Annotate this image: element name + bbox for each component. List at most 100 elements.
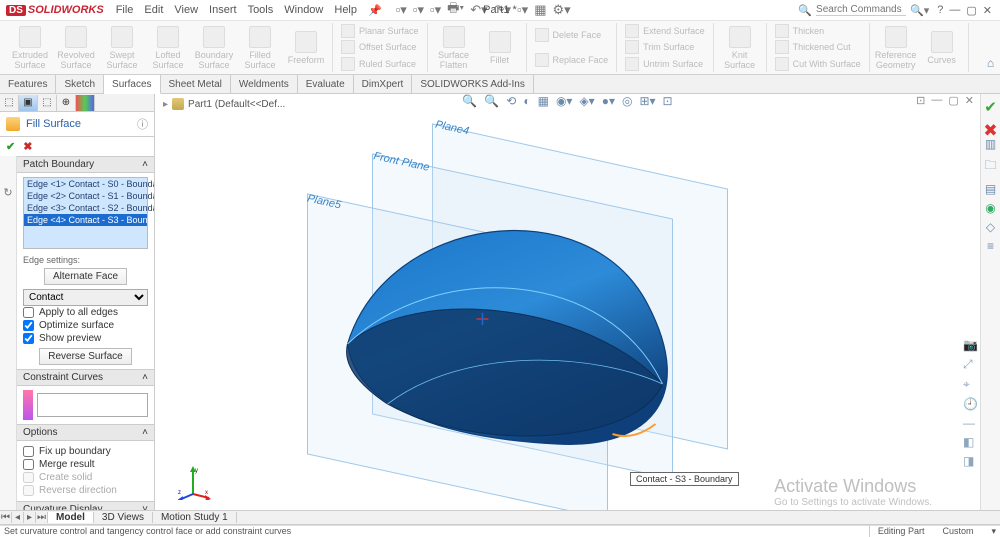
- rib-curves: Curves: [920, 23, 964, 72]
- help-icon[interactable]: ?: [937, 4, 943, 17]
- hist-icon[interactable]: 🕘: [963, 397, 978, 411]
- cb-optimize[interactable]: [23, 320, 34, 331]
- lib-icon[interactable]: 🗀: [984, 156, 996, 177]
- new-icon[interactable]: ▫▾: [396, 2, 407, 18]
- tab-addins[interactable]: SOLIDWORKS Add-Ins: [412, 75, 533, 93]
- btab-model[interactable]: Model: [48, 512, 94, 523]
- status-more-icon[interactable]: ▾: [991, 526, 996, 537]
- rib-trim-surface: Trim Surface: [621, 40, 709, 54]
- rib-planar-surface: Planar Surface: [337, 24, 423, 38]
- constraint-curve-box[interactable]: [37, 393, 148, 417]
- collapse-icon[interactable]: ˄: [142, 372, 148, 383]
- rib-extend-surface: Extend Surface: [621, 24, 709, 38]
- rib-reference-geometry: ReferenceGeometry: [874, 23, 918, 72]
- rib-thicken: Thicken: [771, 24, 865, 38]
- scale-icon[interactable]: ⤢: [963, 357, 978, 372]
- pm-tab-dim[interactable]: ⊕: [57, 95, 76, 111]
- pm-tab-tree[interactable]: ⬚: [0, 95, 19, 111]
- btab-3dviews[interactable]: 3D Views: [94, 512, 153, 523]
- tab-sheet-metal[interactable]: Sheet Metal: [161, 75, 231, 93]
- edge-1[interactable]: Edge <1> Contact - S0 - Boundary: [24, 178, 147, 190]
- search-input[interactable]: [816, 4, 906, 16]
- tab-dimxpert[interactable]: DimXpert: [354, 75, 413, 93]
- search-dropdown-icon[interactable]: 🔍▾: [910, 4, 929, 17]
- pm-help-icon[interactable]: ⓘ: [137, 116, 148, 132]
- edge-2[interactable]: Edge <2> Contact - S1 - Boundary: [24, 190, 147, 202]
- btab-prev[interactable]: ◂: [12, 512, 24, 523]
- tab-weldments[interactable]: Weldments: [231, 75, 298, 93]
- minimize-icon[interactable]: —: [949, 4, 960, 17]
- btab-motion[interactable]: Motion Study 1: [153, 512, 237, 523]
- tab-surfaces[interactable]: Surfaces: [104, 75, 160, 94]
- tab-features[interactable]: Features: [0, 75, 56, 93]
- rib-freeform: Freeform: [284, 23, 328, 72]
- select-icon[interactable]: ▫▾: [517, 2, 528, 18]
- btab-last[interactable]: ⏭: [36, 512, 48, 523]
- menu-window[interactable]: Window: [284, 4, 323, 17]
- cube-icon[interactable]: ◧: [963, 435, 978, 449]
- view-pal-icon[interactable]: ▤: [985, 182, 996, 196]
- camera-icon[interactable]: 📷: [963, 338, 978, 352]
- menu-help[interactable]: Help: [334, 4, 357, 17]
- rib-knit-surface: KnitSurface: [718, 23, 762, 72]
- cb-fixup[interactable]: [23, 446, 34, 457]
- cb-merge[interactable]: [23, 459, 34, 470]
- custom-icon[interactable]: ◇: [986, 220, 995, 234]
- edge-settings-label: Edge settings:: [23, 255, 148, 265]
- print-icon[interactable]: 🖶▾: [447, 0, 464, 21]
- edge-tooltip: Contact - S3 - Boundary: [630, 472, 739, 486]
- rib-offset-surface: Offset Surface: [337, 40, 423, 54]
- menu-tools[interactable]: Tools: [248, 4, 274, 17]
- accept-button[interactable]: ✔: [6, 140, 15, 153]
- cb-solid: [23, 472, 34, 483]
- reverse-surface-button[interactable]: Reverse Surface: [39, 348, 131, 365]
- contact-select[interactable]: Contact: [23, 289, 148, 306]
- tab-sketch[interactable]: Sketch: [56, 75, 104, 93]
- rib-lofted-surface: LoftedSurface: [146, 23, 190, 72]
- edge-3[interactable]: Edge <3> Contact - S2 - Boundary: [24, 202, 147, 214]
- rebuild-icon[interactable]: ▦: [534, 2, 546, 18]
- close-icon[interactable]: ✕: [983, 4, 992, 17]
- menu-edit[interactable]: Edit: [144, 4, 163, 17]
- feature-title: Fill Surface: [26, 118, 81, 130]
- btab-next[interactable]: ▸: [24, 512, 36, 523]
- collapse-icon[interactable]: ˄: [142, 427, 148, 438]
- alternate-face-button[interactable]: Alternate Face: [44, 268, 127, 285]
- sect-cc-title: Constraint Curves: [23, 372, 103, 383]
- edge-4[interactable]: Edge <4> Contact - S3 - Boundary: [24, 214, 147, 226]
- menu-file[interactable]: File: [116, 4, 134, 17]
- btab-first[interactable]: ⏮: [0, 512, 12, 523]
- pm-tab-propmgr[interactable]: ▣: [19, 95, 38, 111]
- options-icon[interactable]: ⚙▾: [553, 2, 571, 18]
- triad-icon: y x z: [175, 464, 211, 500]
- graphics-viewport[interactable]: ▸Part1 (Default<<Def... 🔍 🔍 ⟲ ◐ ▦ ◉▾ ◈▾ …: [155, 94, 980, 526]
- rib-swept-surface: SweptSurface: [100, 23, 144, 72]
- collapse-icon[interactable]: ˄: [142, 159, 148, 170]
- pin-icon[interactable]: 📌: [368, 4, 382, 17]
- fill-surface-icon: [6, 117, 20, 131]
- tab-evaluate[interactable]: Evaluate: [298, 75, 354, 93]
- resources-icon[interactable]: ▥: [985, 137, 996, 151]
- home-icon[interactable]: ⌂: [987, 56, 994, 70]
- status-text: Set curvature control and tangency contr…: [4, 526, 291, 536]
- menu-view[interactable]: View: [174, 4, 198, 17]
- cursor-icon[interactable]: ⌖: [963, 377, 978, 392]
- sel-filter-icon[interactable]: ↻: [3, 186, 12, 199]
- maximize-icon[interactable]: ▢: [966, 4, 976, 17]
- patch-edge-list[interactable]: Edge <1> Contact - S0 - Boundary Edge <2…: [23, 177, 148, 249]
- open-icon[interactable]: ▫▾: [413, 2, 424, 18]
- pm-tab-config[interactable]: ⬚: [38, 95, 57, 111]
- cb-apply-all[interactable]: [23, 307, 34, 318]
- forum-icon[interactable]: ≡: [987, 239, 994, 253]
- save-icon[interactable]: ▫▾: [430, 2, 441, 18]
- cancel-button[interactable]: ✖: [23, 140, 32, 153]
- pm-tab-appearance[interactable]: [76, 95, 95, 111]
- cube2-icon[interactable]: ◨: [963, 454, 978, 468]
- cc-icon: [23, 390, 33, 420]
- accept-big-icon[interactable]: ✔: [984, 98, 997, 116]
- cb-preview[interactable]: [23, 333, 34, 344]
- appearances-icon[interactable]: ◉: [985, 201, 995, 215]
- rib-extruded-surface: ExtrudedSurface: [8, 23, 52, 72]
- menu-insert[interactable]: Insert: [209, 4, 237, 17]
- sect-patch-title: Patch Boundary: [23, 159, 94, 170]
